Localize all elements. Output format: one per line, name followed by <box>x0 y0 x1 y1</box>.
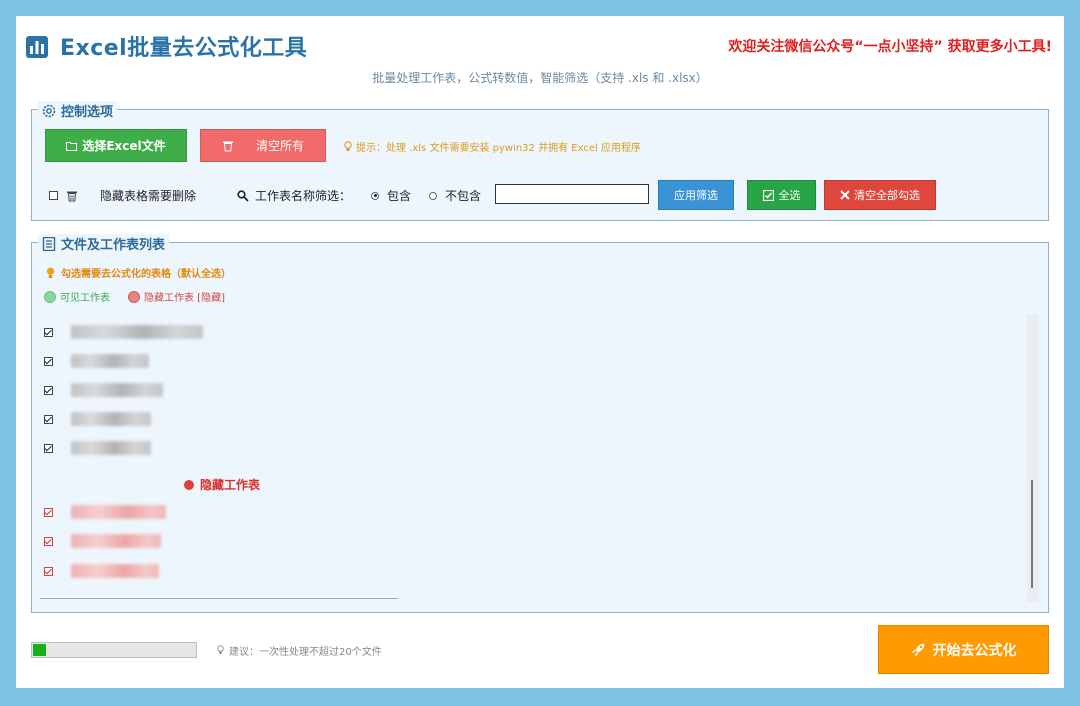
radio-exclude[interactable]: 不包含 <box>429 187 481 204</box>
xls-hint: 提示：处理 .xls 文件需要安装 pywin32 并拥有 Excel 应用程序 <box>344 139 641 154</box>
sheet-type-legend: 可见工作表 隐藏工作表 [隐藏] <box>44 289 225 304</box>
folder-icon <box>66 141 78 151</box>
search-icon <box>237 189 249 202</box>
hidden-sheet-row[interactable] <box>44 533 161 549</box>
sheet-name-redacted <box>71 383 163 397</box>
app-window: Excel批量去公式化工具 欢迎关注微信公众号“一点小坚持” 获取更多小工具! … <box>16 16 1064 688</box>
sheet-row[interactable] <box>44 353 149 369</box>
suggestion-text: 建议：一次性处理不超过20个文件 <box>229 646 382 658</box>
filter-label-group: 工作表名称筛选： <box>237 187 351 204</box>
lightbulb-icon <box>217 645 224 654</box>
rocket-icon <box>911 643 924 656</box>
clear-all-label: 清空所有 <box>255 139 304 153</box>
hidden-sheets-header: 隐藏工作表 <box>184 476 260 493</box>
start-button[interactable]: 开始去公式化 <box>878 625 1049 674</box>
trash-icon <box>67 191 77 201</box>
progress-bar <box>31 642 197 658</box>
hidden-delete-option[interactable]: 隐藏表格需要删除 <box>49 187 196 204</box>
hidden-sheet-name-redacted <box>71 534 161 548</box>
file-list-title: 文件及工作表列表 <box>61 238 166 253</box>
hidden-dot-icon <box>128 290 140 303</box>
radio-exclude-button[interactable] <box>429 191 437 200</box>
file-list-tip: 勾选需要去公式化的表格（默认全选） <box>46 265 231 280</box>
hidden-delete-checkbox[interactable] <box>49 191 58 200</box>
select-excel-button[interactable]: 选择Excel文件 <box>45 129 187 162</box>
app-subtitle: 批量处理工作表，公式转数值，智能筛选（支持 .xls 和 .xlsx） <box>372 71 708 85</box>
sheet-checkbox[interactable] <box>44 385 53 395</box>
app-title: Excel批量去公式化工具 <box>60 36 308 61</box>
lightbulb-icon <box>46 267 55 278</box>
promo-text: 欢迎关注微信公众号“一点小坚持” 获取更多小工具! <box>728 39 1052 55</box>
select-all-button[interactable]: 全选 <box>747 180 816 210</box>
start-button-label: 开始去公式化 <box>932 642 1017 659</box>
apply-filter-label: 应用筛选 <box>674 189 718 202</box>
xls-hint-text: 提示：处理 .xls 文件需要安装 pywin32 并拥有 Excel 应用程序 <box>356 143 641 154</box>
gear-icon <box>42 104 56 117</box>
clear-all-button[interactable]: 清空所有 <box>200 129 326 162</box>
hidden-sheet-checkbox[interactable] <box>44 536 53 546</box>
legend-hidden-label: 隐藏工作表 [隐藏] <box>144 293 225 304</box>
sheet-row[interactable] <box>44 411 151 427</box>
clear-checks-label: 清空全部勾选 <box>854 189 920 202</box>
control-panel-legend: 控制选项 <box>38 101 118 120</box>
clear-checks-button[interactable]: 清空全部勾选 <box>824 180 936 210</box>
progress-fill <box>33 644 46 656</box>
hidden-dot-icon <box>184 479 194 490</box>
sheet-checkbox[interactable] <box>44 414 53 424</box>
list-icon <box>42 236 56 251</box>
check-square-icon <box>762 189 774 201</box>
sheet-checkbox[interactable] <box>44 443 53 453</box>
sheet-row[interactable] <box>44 382 163 398</box>
suggestion: 建议：一次性处理不超过20个文件 <box>217 642 382 658</box>
select-all-label: 全选 <box>778 189 801 202</box>
control-panel-title: 控制选项 <box>61 105 114 120</box>
sheet-name-redacted <box>71 325 203 339</box>
radio-include-button[interactable] <box>371 191 379 200</box>
file-list-tip-text: 勾选需要去公式化的表格（默认全选） <box>61 269 231 280</box>
sheet-filter-input[interactable] <box>495 184 649 204</box>
radio-include[interactable]: 包含 <box>371 187 411 204</box>
sheet-name-redacted <box>71 412 151 426</box>
legend-hidden: 隐藏工作表 [隐藏] <box>128 289 225 304</box>
lightbulb-icon <box>344 141 352 151</box>
trash-icon <box>222 141 233 151</box>
close-icon <box>840 190 850 200</box>
hidden-sheet-row[interactable] <box>44 563 159 579</box>
file-list-legend: 文件及工作表列表 <box>38 234 170 253</box>
hidden-sheet-row[interactable] <box>44 504 166 520</box>
filter-label: 工作表名称筛选： <box>255 189 352 203</box>
hidden-sheets-title: 隐藏工作表 <box>200 478 261 492</box>
apply-filter-button[interactable]: 应用筛选 <box>658 180 734 210</box>
hidden-sheet-name-redacted <box>71 564 159 578</box>
bar-chart-icon <box>26 36 48 58</box>
radio-exclude-label: 不包含 <box>445 189 482 203</box>
sheet-checkbox[interactable] <box>44 356 53 366</box>
file-list-scrollbar[interactable] <box>1027 314 1039 602</box>
sheet-name-redacted <box>71 354 149 368</box>
sheet-row[interactable] <box>44 440 151 456</box>
list-divider <box>40 598 398 599</box>
hidden-sheet-name-redacted <box>71 505 166 519</box>
legend-visible: 可见工作表 <box>44 289 110 304</box>
sheet-checkbox[interactable] <box>44 327 53 337</box>
select-excel-label: 选择Excel文件 <box>82 139 166 153</box>
sheet-name-redacted <box>71 441 151 455</box>
scrollbar-thumb[interactable] <box>1031 480 1033 588</box>
visible-dot-icon <box>44 290 56 303</box>
hidden-delete-label: 隐藏表格需要删除 <box>100 189 197 203</box>
legend-visible-label: 可见工作表 <box>60 293 110 304</box>
hidden-sheet-checkbox[interactable] <box>44 507 53 517</box>
hidden-sheet-checkbox[interactable] <box>44 566 53 576</box>
radio-include-label: 包含 <box>387 189 412 203</box>
sheet-row[interactable] <box>44 324 203 340</box>
